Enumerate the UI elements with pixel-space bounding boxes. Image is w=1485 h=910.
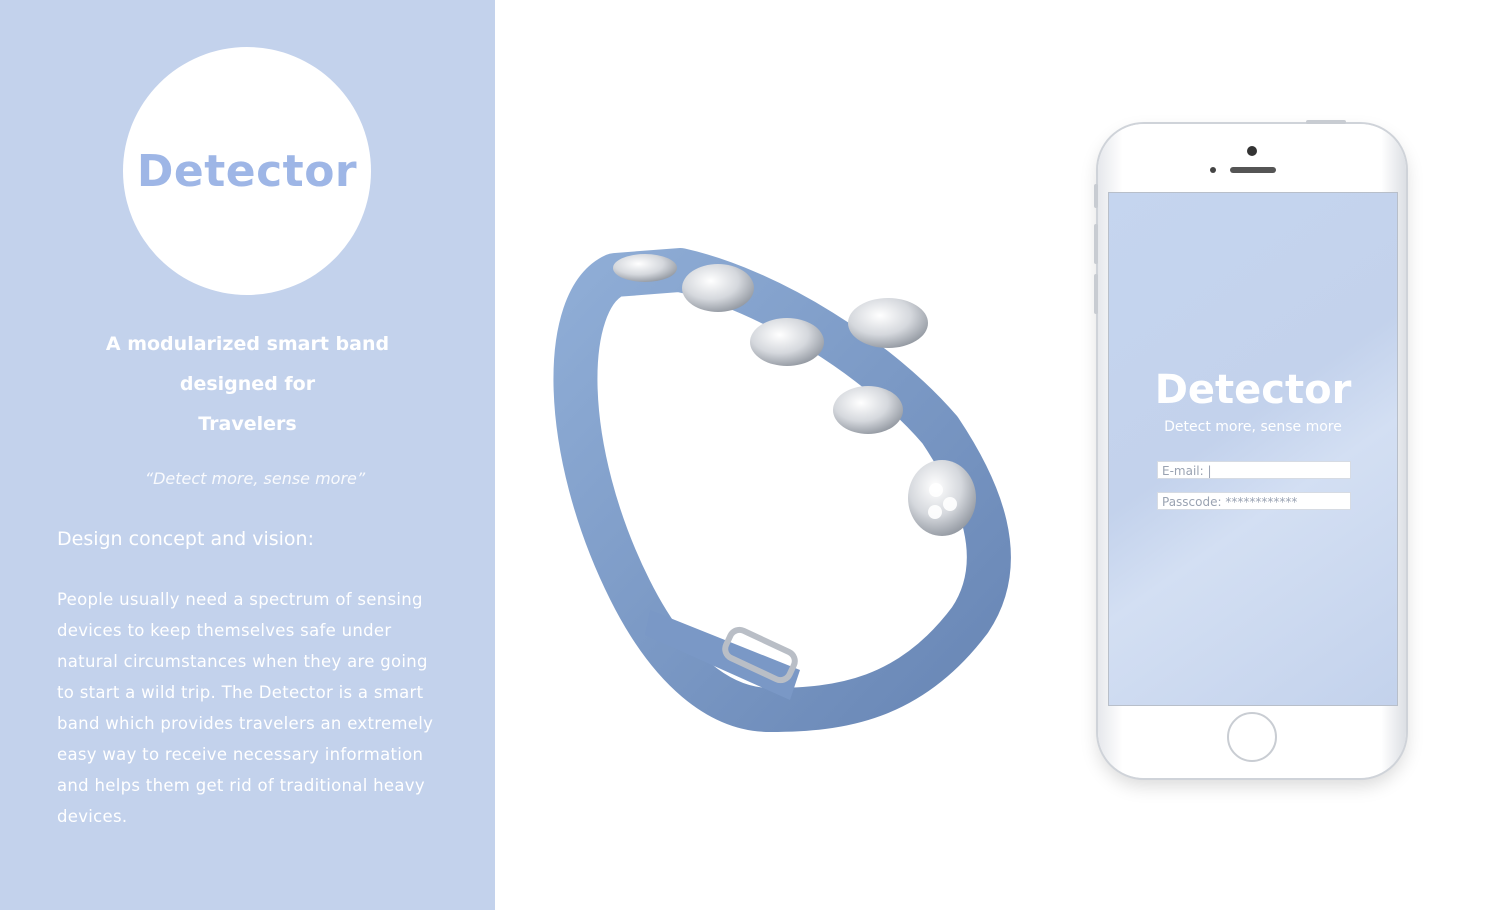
- sensor-module-icon: [613, 254, 677, 282]
- concept-body: People usually need a spectrum of sensin…: [57, 584, 467, 832]
- volume-down-button: [1094, 274, 1098, 314]
- module-dot-icon: [943, 497, 957, 511]
- concept-line: devices to keep themselves safe under: [57, 621, 392, 640]
- speaker-icon: [1230, 167, 1276, 173]
- module-dot-icon: [928, 505, 942, 519]
- tagline-line-3: Travelers: [198, 413, 297, 435]
- concept-heading: Design concept and vision:: [57, 528, 314, 550]
- slogan: “Detect more, sense more”: [144, 469, 366, 488]
- concept-line: and helps them get rid of traditional he…: [57, 776, 425, 795]
- concept-line: band which provides travelers an extreme…: [57, 714, 434, 733]
- camera-icon: [1247, 146, 1257, 156]
- sensor-module-icon: [750, 318, 824, 366]
- smart-band-illustration: [553, 248, 1011, 732]
- power-button: [1306, 120, 1346, 124]
- sensor-module-icon: [833, 386, 903, 434]
- tagline-line-2: designed for: [179, 373, 316, 395]
- volume-up-button: [1094, 224, 1098, 264]
- tagline-line-1: A modularized smart band: [105, 333, 390, 355]
- sensor-module-icon: [908, 460, 976, 536]
- email-field[interactable]: E-mail: |: [1157, 461, 1351, 479]
- sensor-module-icon: [682, 264, 754, 312]
- concept-line: to start a wild trip. The Detector is a …: [57, 683, 424, 702]
- app-title: Detector: [1154, 367, 1352, 413]
- app-subtitle: Detect more, sense more: [1164, 419, 1342, 435]
- sensor-icon: [1210, 167, 1216, 173]
- passcode-field[interactable]: Passcode: ************: [1157, 492, 1351, 510]
- concept-line: easy way to receive necessary informatio…: [57, 745, 424, 764]
- module-dot-icon: [929, 483, 943, 497]
- sensor-module-icon: [848, 298, 928, 348]
- phone-mockup: Detector Detect more, sense more E-mail:…: [1094, 120, 1406, 778]
- mute-switch: [1094, 184, 1098, 208]
- info-panel: Detector A modularized smart band design…: [0, 0, 495, 910]
- app-screen: Detector Detect more, sense more E-mail:…: [1108, 192, 1398, 706]
- concept-line: natural circumstances when they are goin…: [57, 652, 428, 671]
- logo-text: Detector: [136, 145, 358, 197]
- home-button[interactable]: [1227, 712, 1277, 762]
- concept-line: People usually need a spectrum of sensin…: [57, 590, 423, 609]
- concept-line: devices.: [57, 807, 128, 826]
- logo-badge: Detector: [123, 47, 371, 295]
